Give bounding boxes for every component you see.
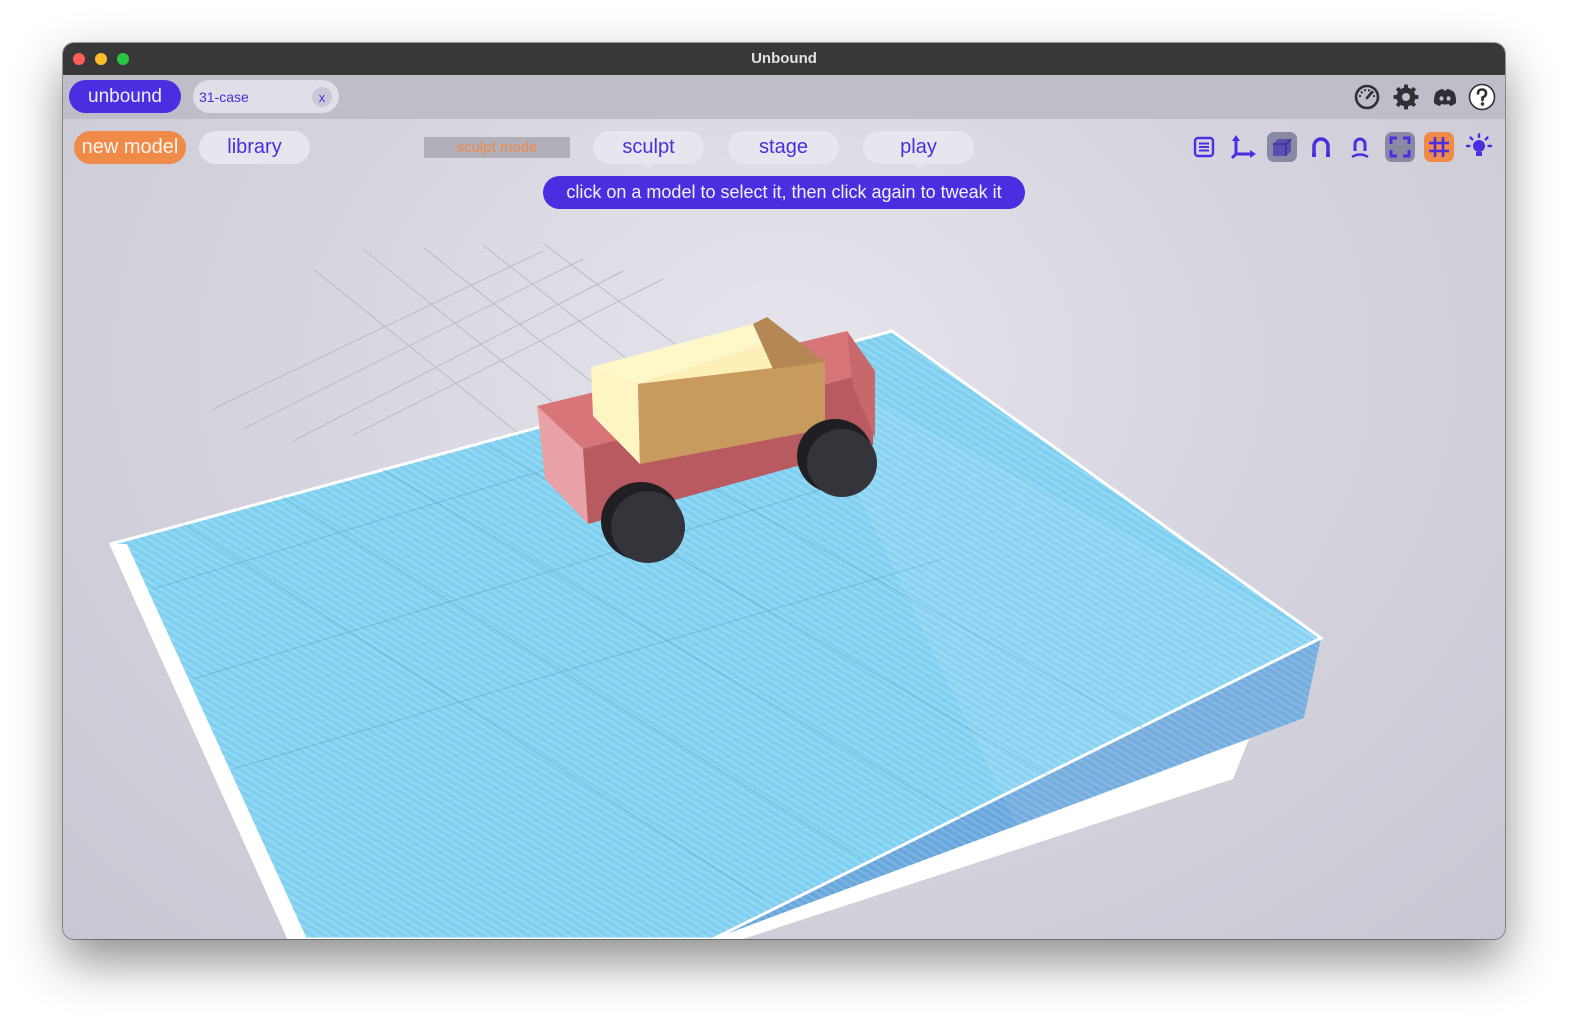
- app-menu-button[interactable]: unbound: [69, 80, 181, 113]
- solid-cube-icon[interactable]: [1267, 132, 1297, 162]
- tab-caret: [913, 163, 924, 169]
- axes-icon[interactable]: [1228, 132, 1258, 162]
- grid-icon[interactable]: [1424, 132, 1454, 162]
- selected-tab-caret: [643, 163, 654, 169]
- magnet-user-icon[interactable]: [1345, 132, 1375, 162]
- document-tab-close-button[interactable]: x: [312, 87, 332, 107]
- mode-label: sculpt mode: [424, 137, 570, 158]
- performance-gauge-icon[interactable]: [1352, 82, 1382, 112]
- tab-stage-label: stage: [759, 136, 808, 158]
- tab-play[interactable]: play: [863, 131, 974, 169]
- frame-focus-icon[interactable]: [1385, 132, 1415, 162]
- tab-stage[interactable]: stage: [728, 131, 839, 164]
- light-icon[interactable]: [1464, 132, 1494, 162]
- gear-icon[interactable]: [1391, 82, 1421, 112]
- tab-sculpt-label: sculpt: [622, 136, 675, 158]
- scene-canvas[interactable]: [63, 119, 1505, 939]
- window-title: Unbound: [751, 50, 817, 67]
- tab-bar: unbound 31-case x: [63, 75, 1505, 119]
- 3d-viewport[interactable]: new model library sculpt mode sculpt sta…: [63, 119, 1505, 939]
- app-window: Unbound unbound 31-case x new model libr…: [63, 43, 1505, 939]
- magnet-icon[interactable]: [1306, 132, 1336, 162]
- document-tab[interactable]: 31-case x: [193, 80, 339, 113]
- discord-icon[interactable]: [1430, 82, 1460, 112]
- list-panel-icon[interactable]: [1189, 132, 1219, 162]
- title-bar: Unbound: [63, 43, 1505, 75]
- document-tab-label: 31-case: [199, 88, 249, 105]
- library-button[interactable]: library: [199, 131, 310, 164]
- hint-banner: click on a model to select it, then clic…: [543, 176, 1025, 209]
- tab-play-label: play: [900, 136, 937, 158]
- tab-sculpt[interactable]: sculpt: [593, 131, 704, 169]
- help-icon[interactable]: [1467, 82, 1497, 112]
- new-model-button[interactable]: new model: [74, 131, 186, 164]
